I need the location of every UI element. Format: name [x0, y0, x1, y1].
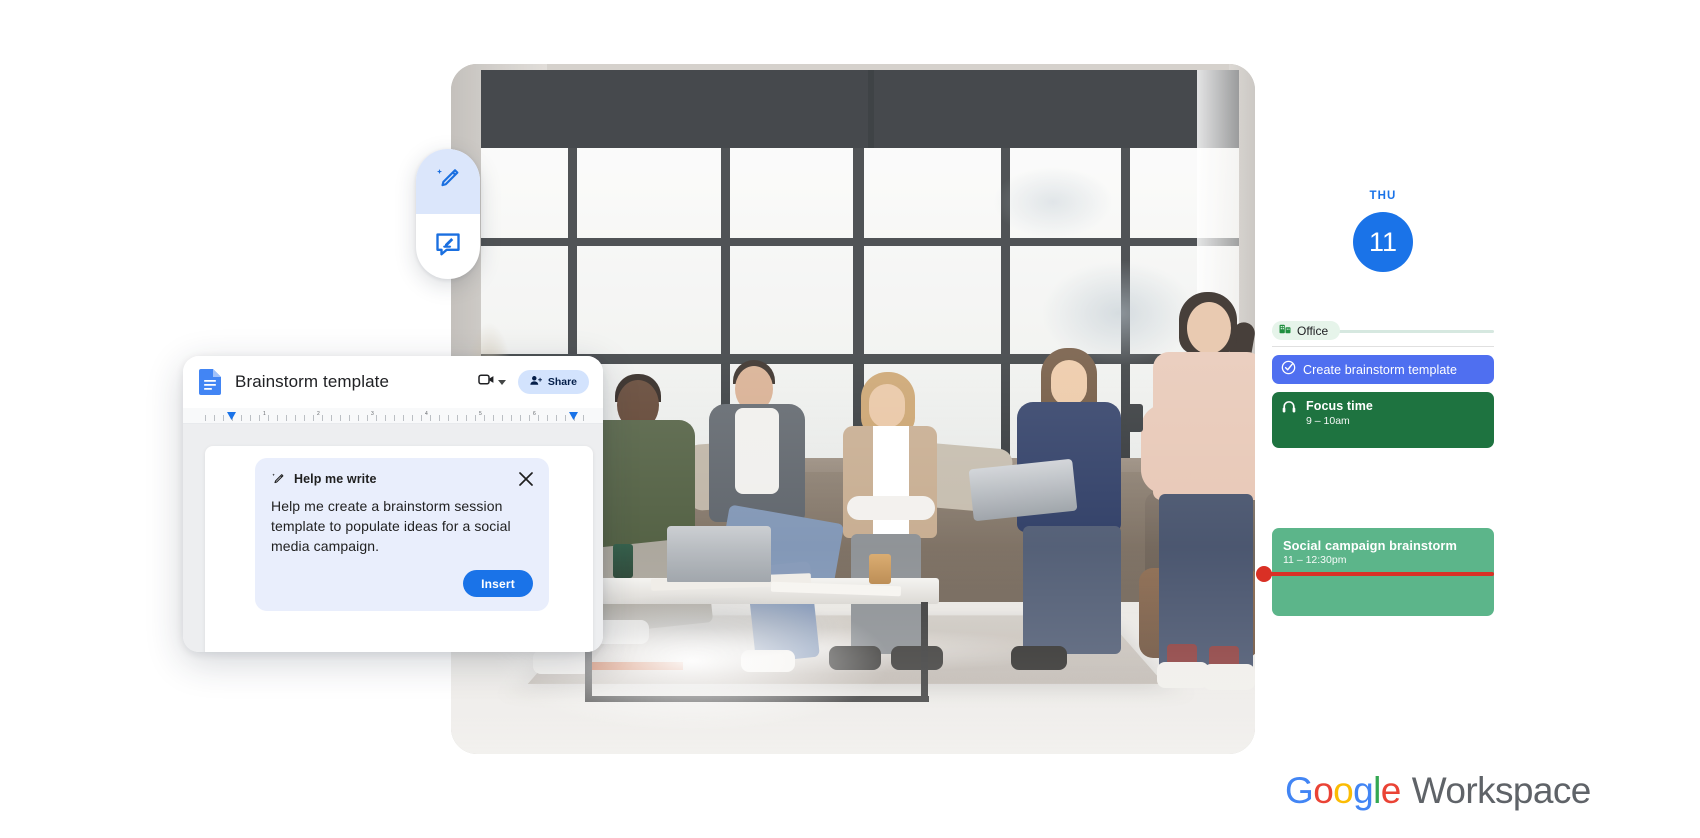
share-button-label: Share [547, 376, 577, 388]
current-time-dot [1256, 566, 1272, 582]
docs-header: Brainstorm template Share [183, 356, 603, 408]
logo-letter-l: l [1373, 770, 1381, 811]
docs-side-toolbar[interactable] [416, 149, 480, 279]
magic-pencil-icon [433, 164, 463, 199]
cloud [993, 166, 1113, 238]
video-camera-icon [478, 373, 495, 391]
logo-letter-g: G [1285, 770, 1314, 811]
phone [1127, 404, 1143, 432]
help-me-write-title: Help me write [294, 472, 377, 486]
calendar-day-number[interactable]: 11 [1353, 212, 1413, 272]
check-circle-icon [1281, 360, 1296, 380]
insert-button[interactable]: Insert [463, 570, 533, 597]
ruler-number: 2 [317, 411, 320, 417]
person-arms [1141, 404, 1191, 494]
logo-letter-o: o [1313, 770, 1334, 811]
page-root: Brainstorm template Share 1 2 3 4 5 6 He… [0, 0, 1700, 838]
person-shirt [735, 408, 779, 494]
person-head [869, 384, 905, 428]
person-arms [847, 496, 935, 520]
coffee-cup [869, 554, 891, 584]
logo-letter-o2: o [1333, 770, 1354, 811]
person-add-icon [530, 375, 542, 389]
person-vest [843, 426, 873, 538]
window-blind [481, 70, 1239, 148]
google-docs-icon [199, 369, 221, 395]
blind-divider [867, 70, 874, 148]
calendar-event-row: Focus time 9 – 10am [1281, 399, 1485, 427]
calendar-event-focus-time[interactable]: Focus time 9 – 10am [1272, 392, 1494, 448]
docs-canvas: Help me write Help me create a brainstor… [183, 424, 603, 652]
calendar-event-title: Social campaign brainstorm [1283, 538, 1457, 553]
calendar-event-meeting[interactable]: Social campaign brainstorm 11 – 12:30pm [1256, 528, 1494, 616]
person-vest [909, 426, 937, 538]
person-head [1187, 302, 1231, 354]
help-me-write-actions: Insert [271, 570, 533, 597]
working-location-label: Office [1297, 323, 1329, 338]
docs-ruler[interactable]: 1 2 3 4 5 6 [183, 408, 603, 424]
calendar-day-of-week: THU [1369, 190, 1397, 202]
laptop [667, 526, 771, 582]
calendar-event-title: Focus time [1306, 399, 1373, 413]
help-me-write-prompt[interactable]: Help me create a brainstorm session temp… [271, 496, 533, 556]
docs-page[interactable]: Help me write Help me create a brainstor… [205, 446, 593, 652]
help-me-write-header: Help me write [271, 472, 533, 486]
table-leg [921, 602, 928, 702]
laptop [968, 458, 1078, 522]
shoe [1157, 662, 1209, 688]
logo-letter-g2: g [1353, 770, 1374, 811]
office-building-icon [1279, 323, 1291, 338]
working-location-row: Office [1272, 321, 1494, 340]
calendar-event-time: 11 – 12:30pm [1283, 554, 1347, 566]
person-head [1051, 360, 1087, 406]
shoe [1203, 664, 1255, 690]
shoe [1011, 646, 1067, 670]
docs-header-actions: Share [478, 370, 589, 394]
google-workspace-logo: G o o g l e Workspace [1285, 770, 1591, 812]
calendar-day-panel: THU 11 Office Create brainstorm template… [1256, 190, 1494, 616]
comment-edit-icon [433, 229, 463, 264]
video-meeting-button[interactable] [478, 373, 506, 391]
help-me-write-toolbar-button[interactable] [416, 149, 480, 214]
add-comment-toolbar-button[interactable] [416, 214, 480, 279]
travel-mug [613, 544, 633, 578]
logo-letter-e: e [1380, 770, 1402, 811]
calendar-event-text: Focus time 9 – 10am [1306, 399, 1373, 427]
ruler-number: 3 [371, 411, 374, 417]
calendar-event-task[interactable]: Create brainstorm template [1272, 355, 1494, 384]
person-legs [1023, 526, 1121, 654]
document-title[interactable]: Brainstorm template [235, 372, 389, 392]
calendar-divider [1272, 346, 1494, 347]
current-time-line [1262, 572, 1494, 576]
ruler-number: 4 [425, 411, 428, 417]
working-location-chip[interactable]: Office [1272, 321, 1341, 340]
ruler-number: 5 [479, 411, 482, 417]
close-icon[interactable] [519, 472, 533, 486]
logo-product-name: Workspace [1411, 770, 1592, 811]
headphones-icon [1281, 399, 1297, 420]
help-me-write-card[interactable]: Help me write Help me create a brainstor… [255, 458, 549, 611]
ruler-number: 6 [533, 411, 536, 417]
calendar-event-time: 9 – 10am [1306, 415, 1350, 427]
ruler-number: 1 [263, 411, 266, 417]
calendar-event-title: Create brainstorm template [1303, 362, 1458, 377]
magic-pencil-icon [271, 472, 285, 486]
share-button[interactable]: Share [517, 370, 589, 394]
google-docs-window[interactable]: Brainstorm template Share 1 2 3 4 5 6 He… [183, 356, 603, 652]
chevron-down-icon [497, 379, 506, 385]
